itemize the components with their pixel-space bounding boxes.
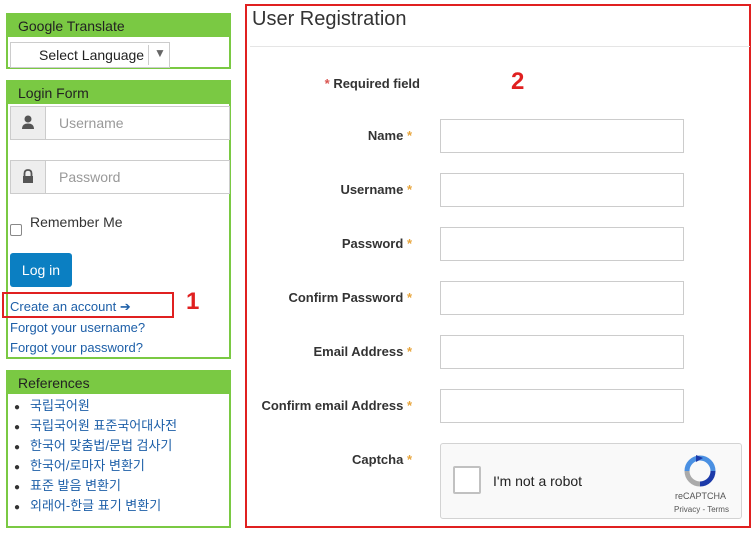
captcha-label-text: Captcha	[352, 452, 404, 467]
required-field-note: * Required field	[325, 76, 420, 91]
user-icon	[11, 107, 46, 139]
required-star: *	[406, 452, 412, 467]
list-item: ● 국립국어원	[14, 398, 90, 413]
recaptcha-brand: reCAPTCHA	[675, 491, 727, 501]
language-select[interactable]: Select Language ▼	[10, 42, 170, 68]
username-label: Username *	[340, 182, 412, 197]
password-label: Password *	[342, 236, 412, 251]
chevron-down-icon: ▼	[154, 46, 166, 60]
google-translate-title: Google Translate	[8, 15, 229, 37]
email-label: Email Address *	[313, 344, 412, 359]
recaptcha-label: I'm not a robot	[493, 473, 583, 489]
create-account-highlight	[2, 292, 174, 318]
username-placeholder: Username	[59, 115, 124, 131]
title-divider	[250, 46, 750, 47]
annotation-number-2: 2	[511, 68, 525, 95]
name-label-text: Name	[367, 128, 404, 143]
name-input[interactable]	[440, 119, 684, 153]
required-star: *	[406, 236, 412, 251]
username-label-text: Username	[340, 182, 404, 197]
references-title: References	[8, 372, 229, 394]
required-star: *	[406, 344, 412, 359]
login-button[interactable]: Log in	[10, 253, 72, 287]
reference-link[interactable]: 국립국어원 표준국어대사전	[30, 418, 177, 433]
forgot-username-link[interactable]: Forgot your username?	[10, 320, 145, 335]
username-field[interactable]: Username	[10, 106, 230, 140]
confirm-email-input[interactable]	[440, 389, 684, 423]
required-star: *	[406, 128, 412, 143]
password-placeholder: Password	[59, 169, 121, 185]
confirm-email-label: Confirm email Address *	[261, 398, 412, 413]
list-item: ● 국립국어원 표준국어대사전	[14, 418, 178, 433]
password-input[interactable]	[440, 227, 684, 261]
reference-link[interactable]: 한국어 맞춤법/문법 검사기	[30, 438, 172, 453]
confirm-password-input[interactable]	[440, 281, 684, 315]
annotation-number-1: 1	[186, 288, 200, 315]
list-item: ● 표준 발음 변환기	[14, 478, 121, 493]
required-star: *	[406, 182, 412, 197]
references-panel: References ● 국립국어원 ● 국립국어원 표준국어대사전 ● 한국어 맞춤…	[6, 370, 231, 528]
remember-me-checkbox[interactable]	[10, 224, 22, 236]
confirm-password-label-text: Confirm Password	[288, 290, 404, 305]
required-star: *	[406, 290, 412, 305]
required-field-text: Required field	[333, 76, 420, 91]
email-input[interactable]	[440, 335, 684, 369]
reference-link[interactable]: 한국어/로마자 변환기	[30, 458, 145, 473]
confirm-email-label-text: Confirm email Address	[261, 398, 404, 413]
list-item: ● 한국어/로마자 변환기	[14, 458, 145, 473]
captcha-label: Captcha *	[352, 452, 412, 467]
password-label-text: Password	[341, 236, 404, 251]
reference-link[interactable]: 국립국어원	[30, 398, 90, 413]
recaptcha-widget: I'm not a robot reCAPTCHA Privacy - Term…	[440, 443, 742, 519]
reference-link[interactable]: 표준 발음 변환기	[30, 478, 121, 493]
recaptcha-terms-link[interactable]: Privacy - Terms	[674, 505, 729, 514]
required-star: *	[324, 76, 330, 91]
password-field[interactable]: Password	[10, 160, 230, 194]
recaptcha-logo-icon	[683, 454, 717, 488]
name-label: Name *	[368, 128, 412, 143]
recaptcha-checkbox[interactable]	[453, 466, 481, 494]
email-label-text: Email Address	[313, 344, 404, 359]
login-form-title: Login Form	[8, 82, 229, 104]
language-select-label: Select Language	[39, 47, 145, 63]
username-input[interactable]	[440, 173, 684, 207]
select-separator	[148, 45, 149, 65]
reference-link[interactable]: 외래어-한글 표기 변환기	[30, 498, 161, 513]
page-title: User Registration	[252, 8, 407, 30]
list-item: ● 한국어 맞춤법/문법 검사기	[14, 438, 173, 453]
google-translate-panel: Google Translate Select Language ▼	[6, 13, 231, 69]
confirm-password-label: Confirm Password *	[288, 290, 412, 305]
lock-icon	[11, 161, 46, 193]
list-item: ● 외래어-한글 표기 변환기	[14, 498, 162, 513]
required-star: *	[406, 398, 412, 413]
forgot-password-link[interactable]: Forgot your password?	[10, 340, 143, 355]
remember-me-label[interactable]: Remember Me	[30, 214, 123, 230]
references-list: ● 국립국어원 ● 국립국어원 표준국어대사전 ● 한국어 맞춤법/문법 검사기 ● 한…	[14, 396, 177, 516]
